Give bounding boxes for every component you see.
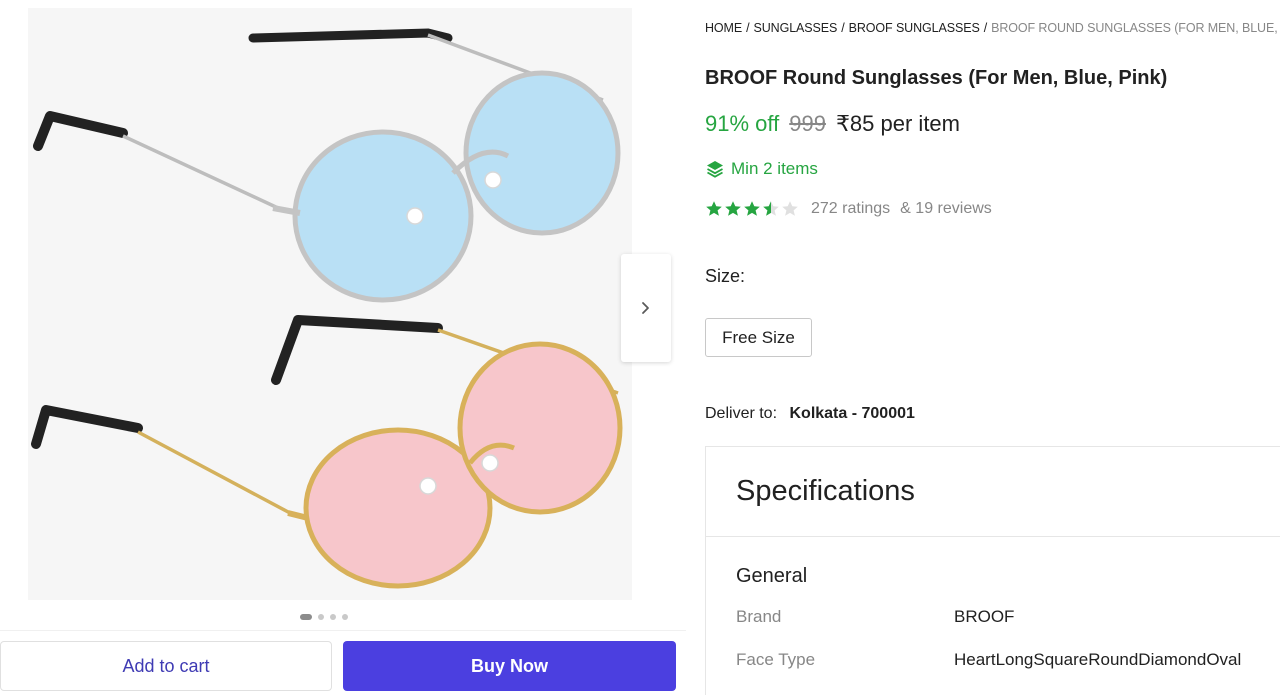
rating-row[interactable]: 272 ratings & 19 reviews <box>705 200 992 218</box>
breadcrumb-separator: / <box>983 21 988 35</box>
original-price: 999 <box>789 111 826 136</box>
action-bar: Add to cart Buy Now <box>0 630 686 695</box>
layers-icon <box>707 161 723 178</box>
star-icon <box>725 201 741 216</box>
ratings-count[interactable]: 272 ratings <box>811 200 890 218</box>
carousel-dot[interactable] <box>300 614 312 620</box>
min-items-text: Min 2 items <box>731 159 818 178</box>
specifications-title: Specifications <box>706 447 1280 537</box>
product-gallery: Add to cart Buy Now <box>0 0 686 695</box>
breadcrumb: HOME / SUNGLASSES / BROOF SUNGLASSES / BROOF R… <box>705 21 1280 35</box>
breadcrumb-brand[interactable]: BROOF SUNGLASSES <box>849 21 980 35</box>
carousel-dots <box>300 614 348 620</box>
star-icon <box>706 201 722 216</box>
star-icon <box>763 201 779 216</box>
deliver-label: Deliver to: <box>705 405 778 422</box>
size-option-free-size[interactable]: Free Size <box>705 318 812 357</box>
product-image[interactable] <box>28 8 632 600</box>
sunglasses-illustration <box>28 8 632 600</box>
specifications-section: Specifications General Brand BROOF Face … <box>705 446 1280 695</box>
selling-price: ₹85 per item <box>835 111 960 136</box>
reviews-count[interactable]: & 19 reviews <box>900 200 992 218</box>
breadcrumb-sunglasses[interactable]: SUNGLASSES <box>753 21 837 35</box>
carousel-dot[interactable] <box>330 614 336 620</box>
breadcrumb-current: BROOF ROUND SUNGLASSES (FOR MEN, BLUE, P… <box>991 21 1280 35</box>
next-image-button[interactable] <box>621 254 671 362</box>
carousel-dot[interactable] <box>318 614 324 620</box>
spec-value: BROOF <box>954 607 1015 626</box>
spec-row-brand: Brand BROOF <box>736 607 1014 627</box>
spec-value: HeartLongSquareRoundDiamondOval <box>954 650 1242 669</box>
product-title: BROOF Round Sunglasses (For Men, Blue, P… <box>705 67 1168 89</box>
carousel-dot[interactable] <box>342 614 348 620</box>
breadcrumb-separator: / <box>841 21 845 35</box>
chevron-right-icon <box>642 302 649 314</box>
star-icon <box>744 201 760 216</box>
deliver-pincode[interactable]: Kolkata - 700001 <box>789 405 914 422</box>
spec-key: Face Type <box>736 650 816 669</box>
buy-now-button[interactable]: Buy Now <box>343 641 676 691</box>
size-label: Size: <box>705 266 746 286</box>
price-row: 91% off 999 ₹85 per item <box>705 111 960 137</box>
star-rating <box>705 200 799 218</box>
spec-key: Brand <box>736 607 782 626</box>
breadcrumb-separator: / <box>746 21 750 35</box>
add-to-cart-button[interactable]: Add to cart <box>0 641 332 691</box>
min-items-badge: Min 2 items <box>705 159 818 179</box>
breadcrumb-home[interactable]: HOME <box>705 21 742 35</box>
delivery-location[interactable]: Deliver to: Kolkata - 700001 <box>705 405 915 423</box>
product-details: HOME / SUNGLASSES / BROOF SUNGLASSES / BROOF R… <box>705 0 1280 695</box>
discount-percent: 91% off <box>705 111 780 136</box>
star-icon <box>782 201 798 216</box>
spec-group-general: General <box>736 565 808 587</box>
spec-row-face-type: Face Type HeartLongSquareRoundDiamondOva… <box>736 650 1241 670</box>
